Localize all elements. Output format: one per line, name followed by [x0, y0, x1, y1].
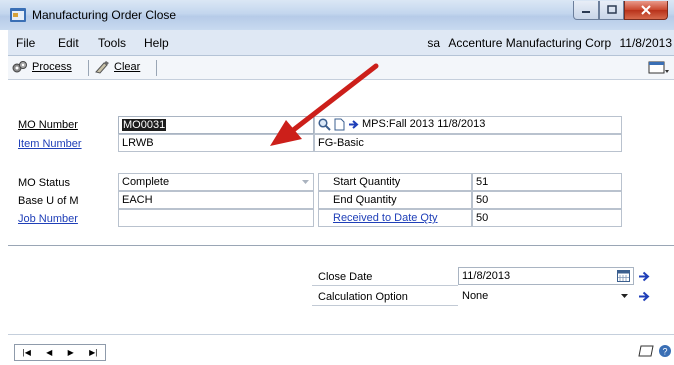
lookup-icon[interactable]	[318, 117, 331, 131]
item-number-field: LRWB	[118, 134, 314, 152]
menu-help[interactable]: Help	[144, 36, 169, 50]
nav-last-icon[interactable]: ▶|	[89, 348, 97, 357]
minimize-button[interactable]	[573, 1, 599, 20]
new-note-icon[interactable]	[334, 118, 345, 131]
process-button[interactable]: Process	[12, 60, 72, 74]
mo-close-form: MO Number MO0031 MPS:Fall 2013 11/8/2013…	[8, 80, 674, 334]
end-quantity-value: 50	[472, 191, 622, 209]
mo-number-label[interactable]: MO Number	[18, 119, 78, 131]
mps-text: MPS:Fall 2013 11/8/2013	[362, 118, 486, 130]
nav-prev-icon[interactable]: ◀	[46, 348, 52, 357]
go-arrow-icon[interactable]	[348, 119, 359, 130]
job-number-field[interactable]	[118, 209, 314, 227]
job-number-link[interactable]: Job Number	[18, 213, 78, 225]
note-icon[interactable]	[638, 344, 654, 358]
user-date: 11/8/2013	[619, 36, 673, 50]
received-to-date-value: 50	[472, 209, 622, 227]
base-uom-field: EACH	[118, 191, 314, 209]
end-quantity-label: End Quantity	[318, 191, 472, 209]
calculation-option-select[interactable]: None	[458, 287, 634, 305]
user-name: sa	[427, 36, 441, 50]
calendar-icon[interactable]	[617, 270, 630, 282]
maximize-button[interactable]	[599, 1, 624, 20]
menu-file[interactable]: File	[16, 36, 35, 50]
row-line	[312, 305, 458, 306]
close-icon	[641, 5, 651, 15]
process-label: Process	[32, 61, 72, 73]
mo-number-field[interactable]: MO0031	[118, 116, 314, 134]
svg-text:?: ?	[662, 347, 667, 357]
close-date-label: Close Date	[318, 271, 373, 283]
mo-status-value: Complete	[122, 176, 170, 188]
row-line	[312, 285, 458, 286]
record-navigator: |◀ ◀ ▶ ▶|	[14, 344, 106, 361]
calculation-option-label: Calculation Option	[318, 291, 408, 303]
window-title: Manufacturing Order Close	[32, 8, 177, 22]
menu-tools[interactable]: Tools	[98, 36, 126, 50]
title-bar: Manufacturing Order Close	[0, 0, 674, 30]
close-button[interactable]	[624, 1, 668, 20]
go-arrow-icon[interactable]	[638, 271, 650, 282]
toolbar-separator	[156, 60, 157, 76]
clear-button[interactable]: Clear	[94, 60, 140, 74]
maximize-icon	[606, 5, 617, 14]
menu-edit[interactable]: Edit	[58, 36, 79, 50]
item-number-link[interactable]: Item Number	[18, 138, 82, 150]
clear-label: Clear	[114, 61, 141, 73]
minimize-icon	[582, 11, 590, 13]
mo-status-label: MO Status	[18, 177, 70, 189]
dropdown-icon	[621, 294, 628, 298]
layout-icon[interactable]	[648, 60, 670, 76]
close-date-value: 11/8/2013	[462, 270, 511, 282]
dropdown-icon	[302, 180, 309, 184]
start-quantity-value: 51	[472, 173, 622, 191]
start-quantity-label: Start Quantity	[318, 173, 472, 191]
menu-bar: File Edit Tools Help sa Accenture Manufa…	[8, 30, 674, 56]
calculation-option-value: None	[462, 290, 489, 302]
close-date-field[interactable]: 11/8/2013	[458, 267, 634, 285]
company-name: Accenture Manufacturing Corp	[448, 36, 612, 50]
base-uom-label: Base U of M	[18, 195, 79, 207]
toolbar: Process Clear	[8, 56, 674, 80]
user-company-date: sa Accenture Manufacturing Corp 11/8/201…	[422, 36, 672, 50]
process-icon	[12, 61, 27, 73]
nav-next-icon[interactable]: ▶	[68, 348, 74, 357]
toolbar-separator	[88, 60, 89, 76]
help-icon[interactable]: ?	[658, 344, 672, 358]
received-to-date-link[interactable]: Received to Date Qty	[333, 212, 438, 224]
item-description: FG-Basic	[314, 134, 622, 152]
status-bar: |◀ ◀ ▶ ▶| ?	[8, 334, 674, 365]
mo-mps-cell: MPS:Fall 2013 11/8/2013	[314, 116, 622, 134]
app-icon	[10, 8, 26, 22]
section-divider	[8, 245, 674, 246]
go-arrow-icon[interactable]	[638, 291, 650, 302]
nav-first-icon[interactable]: |◀	[23, 348, 31, 357]
clear-icon	[95, 61, 109, 74]
received-to-date-cell: Received to Date Qty	[318, 209, 472, 227]
mo-status-field: Complete	[118, 173, 314, 191]
